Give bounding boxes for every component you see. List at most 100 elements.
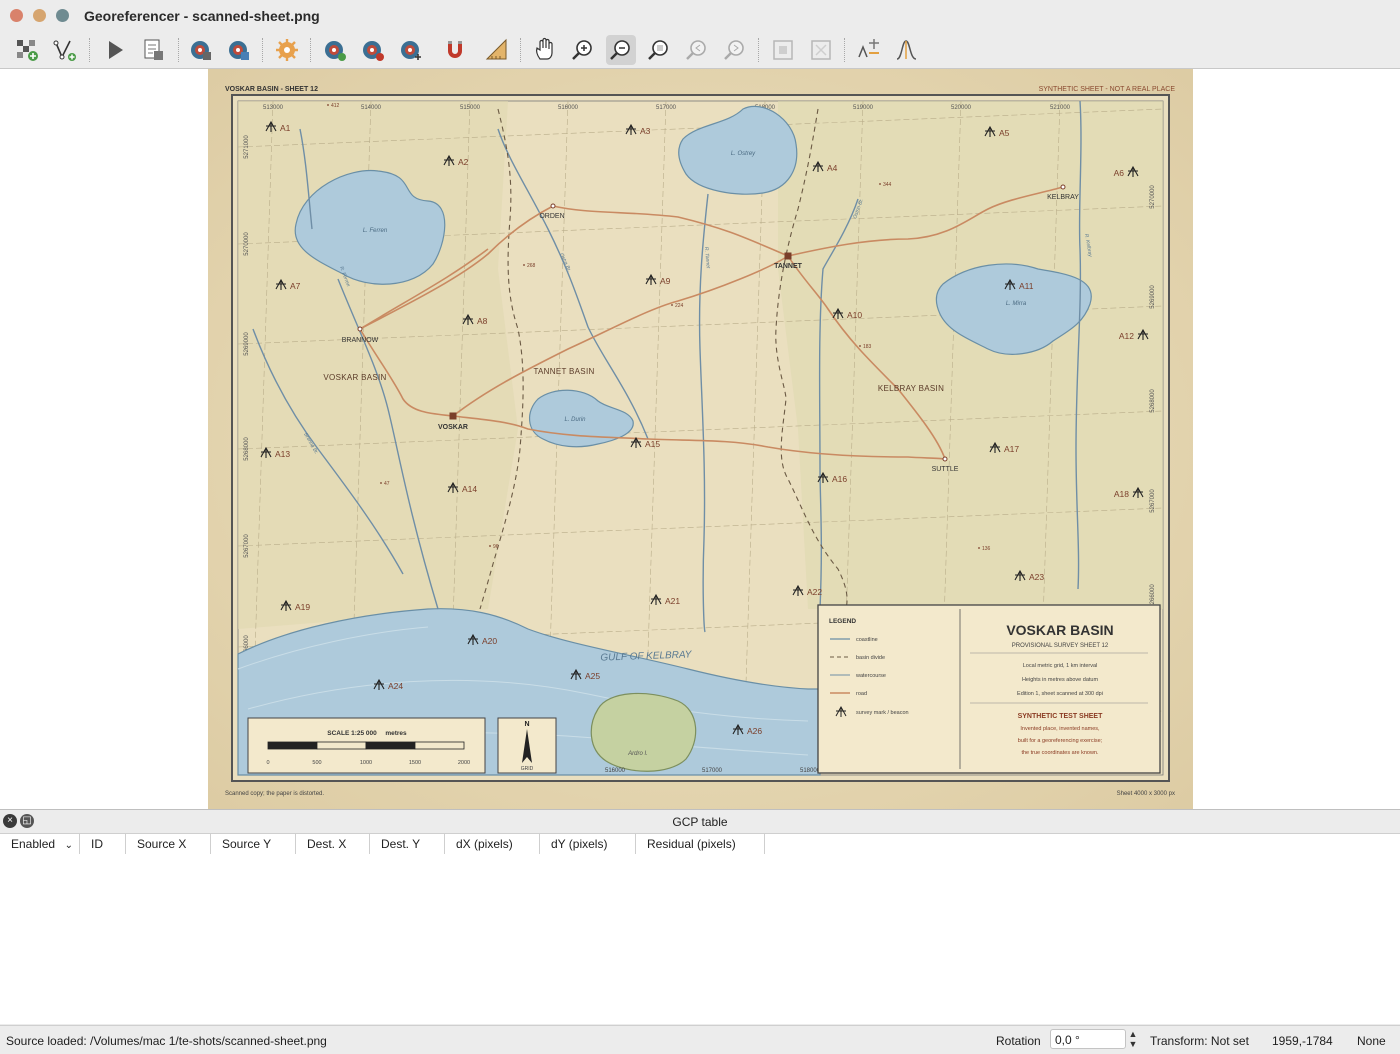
local-histogram-button[interactable] bbox=[892, 35, 922, 65]
gcp-label: A20 bbox=[482, 636, 497, 646]
cursor-coordinates: 1959,-1784 bbox=[1272, 1034, 1333, 1048]
column-header-source-x[interactable]: Source X bbox=[126, 834, 211, 854]
sheet-header-right: SYNTHETIC SHEET - NOT A REAL PLACE bbox=[1039, 86, 1176, 93]
northing-label: 5271000 bbox=[244, 135, 250, 159]
gcp-label: A6 bbox=[1114, 168, 1125, 178]
start-georef-icon bbox=[53, 40, 76, 61]
easting-label: 520000 bbox=[951, 105, 972, 111]
scanned-map-image[interactable]: 5130005140005150005160005170005180005190… bbox=[208, 69, 1193, 809]
zoom-layer-button[interactable] bbox=[644, 35, 674, 65]
measure-ruler-button[interactable] bbox=[482, 35, 512, 65]
northing-label-right: 5270000 bbox=[1150, 185, 1156, 209]
gcp-label: A24 bbox=[388, 681, 403, 691]
link-qgis-button[interactable] bbox=[806, 35, 836, 65]
title-block-warning-title: SYNTHETIC TEST SHEET bbox=[1018, 713, 1104, 720]
gcp-label: A3 bbox=[640, 126, 651, 136]
gcp-label: A10 bbox=[847, 310, 862, 320]
scale-bar-segment bbox=[316, 741, 367, 750]
title-block-subtitle: PROVISIONAL SURVEY SHEET 12 bbox=[1012, 643, 1109, 649]
basin-label: TANNET BASIN bbox=[533, 367, 594, 376]
save-gcp-button[interactable] bbox=[224, 35, 254, 65]
lake-label: L. Durin bbox=[564, 417, 586, 423]
toolbar-separator bbox=[844, 38, 846, 62]
generate-script-button[interactable] bbox=[138, 35, 168, 65]
town-marker bbox=[357, 326, 363, 332]
northing-label-right: 5268000 bbox=[1150, 389, 1156, 413]
column-header-dest-y[interactable]: Dest. Y bbox=[370, 834, 445, 854]
easting-label: 519000 bbox=[853, 105, 874, 111]
title-block-warning-line: Invented place, invented names, bbox=[1020, 726, 1100, 732]
spot-height-dot bbox=[859, 345, 861, 347]
column-header-residual-pixels[interactable]: Residual (pixels) bbox=[636, 834, 765, 854]
easting-label: 517000 bbox=[656, 105, 677, 111]
move-point-button[interactable] bbox=[396, 35, 426, 65]
pan-hand-button[interactable] bbox=[530, 35, 560, 65]
spot-height-dot bbox=[671, 304, 673, 306]
scale-bar-tick-label: 1000 bbox=[360, 760, 372, 766]
settings-gear-button[interactable] bbox=[272, 35, 302, 65]
gcp-label: A16 bbox=[832, 474, 847, 484]
title-bar: Georeferencer - scanned-sheet.png bbox=[0, 0, 1400, 33]
delete-point-icon bbox=[363, 41, 384, 61]
gcp-label: A7 bbox=[290, 281, 301, 291]
add-point-button[interactable] bbox=[320, 35, 350, 65]
run-button[interactable] bbox=[100, 35, 130, 65]
column-header-source-y[interactable]: Source Y bbox=[211, 834, 296, 854]
chevron-down-icon: ⌄ bbox=[64, 840, 73, 851]
easting-label: 516000 bbox=[558, 105, 579, 111]
load-gcp-button[interactable] bbox=[186, 35, 216, 65]
spot-height-label: 412 bbox=[331, 103, 340, 109]
full-histogram-button[interactable] bbox=[854, 35, 884, 65]
town-marker bbox=[550, 203, 556, 209]
island-label: Ardro I. bbox=[627, 751, 648, 757]
column-header-dest-x[interactable]: Dest. X bbox=[296, 834, 370, 854]
town-label: KELBRAY bbox=[1047, 194, 1079, 201]
spot-height-dot bbox=[523, 264, 525, 266]
open-raster-button[interactable] bbox=[12, 35, 42, 65]
maximize-window-button[interactable] bbox=[56, 9, 69, 22]
map-canvas[interactable]: 5130005140005150005160005170005180005190… bbox=[0, 69, 1400, 810]
gcp-table[interactable]: Enabled ⌄ ID Source X Source Y Dest. X Dest. Y… bbox=[0, 834, 1400, 1024]
column-header-dy-pixels[interactable]: dY (pixels) bbox=[540, 834, 636, 854]
scale-bar-tick-label: 0 bbox=[266, 760, 269, 766]
zoom-in-icon bbox=[572, 40, 592, 60]
spot-height-label: 183 bbox=[863, 344, 872, 350]
northing-label: 5268000 bbox=[244, 437, 250, 461]
gcp-label: A23 bbox=[1029, 572, 1044, 582]
title-block-note: Local metric grid, 1 km interval bbox=[1023, 663, 1098, 669]
minimize-window-button[interactable] bbox=[33, 9, 46, 22]
zoom-layer-icon bbox=[648, 40, 668, 60]
rotation-input[interactable]: 0,0 ° bbox=[1050, 1029, 1126, 1049]
local-histogram-icon bbox=[896, 40, 917, 60]
column-header-dx-pixels[interactable]: dX (pixels) bbox=[445, 834, 540, 854]
snap-magnet-button[interactable] bbox=[440, 35, 470, 65]
pan-hand-icon bbox=[536, 37, 553, 60]
link-georef-button[interactable] bbox=[768, 35, 798, 65]
column-header-id[interactable]: ID bbox=[80, 834, 126, 854]
kelbray-basin-area bbox=[778, 101, 1163, 609]
toolbar-separator bbox=[89, 38, 91, 62]
northing-label-right: 5269000 bbox=[1150, 285, 1156, 309]
legend-item-label: basin divide bbox=[856, 655, 885, 661]
column-header-enabled[interactable]: Enabled ⌄ bbox=[0, 834, 80, 854]
northing-label-right: 5267000 bbox=[1150, 489, 1156, 513]
spot-height-label: 136 bbox=[982, 546, 991, 552]
gcp-label: A17 bbox=[1004, 444, 1019, 454]
town-marker bbox=[784, 252, 792, 260]
zoom-out-button[interactable] bbox=[606, 35, 636, 65]
zoom-in-button[interactable] bbox=[568, 35, 598, 65]
title-block-note: Edition 1, sheet scanned at 300 dpi bbox=[1017, 691, 1103, 697]
rotation-spinner[interactable]: ▲ ▼ bbox=[1126, 1029, 1140, 1049]
toolbar-separator bbox=[178, 38, 180, 62]
delete-point-button[interactable] bbox=[358, 35, 388, 65]
spot-height-dot bbox=[380, 482, 382, 484]
zoom-last-button[interactable] bbox=[682, 35, 712, 65]
spot-height-dot bbox=[879, 183, 881, 185]
spot-height-label: 344 bbox=[883, 182, 892, 188]
close-window-button[interactable] bbox=[10, 9, 23, 22]
start-georef-button[interactable] bbox=[50, 35, 80, 65]
toolbar-separator bbox=[758, 38, 760, 62]
scale-bar-segment bbox=[414, 741, 465, 750]
basin-label: VOSKAR BASIN bbox=[323, 373, 386, 382]
zoom-next-button[interactable] bbox=[720, 35, 750, 65]
